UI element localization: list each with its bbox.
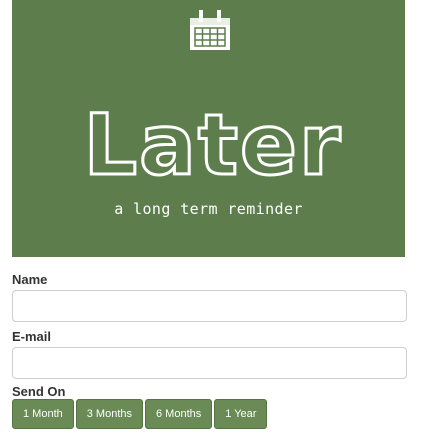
hero-banner: Later a long term reminder — [12, 0, 405, 257]
period-button-1-month[interactable]: 1 Month — [12, 399, 74, 429]
name-label: Name — [12, 272, 48, 287]
send-on-period-group: 1 Month 3 Months 6 Months 1 Year — [12, 399, 268, 429]
send-on-label: Send On — [12, 384, 66, 399]
logo-text: Later — [84, 98, 343, 186]
app-logo: Later — [82, 98, 343, 186]
name-input[interactable] — [12, 290, 407, 322]
tagline: a long term reminder — [114, 200, 303, 218]
calendar-icon — [190, 10, 230, 50]
period-button-3-months[interactable]: 3 Months — [75, 399, 143, 429]
period-button-1-year[interactable]: 1 Year — [214, 399, 268, 429]
period-button-6-months[interactable]: 6 Months — [145, 399, 213, 429]
email-label: E-mail — [12, 329, 52, 344]
email-input[interactable] — [12, 347, 407, 379]
